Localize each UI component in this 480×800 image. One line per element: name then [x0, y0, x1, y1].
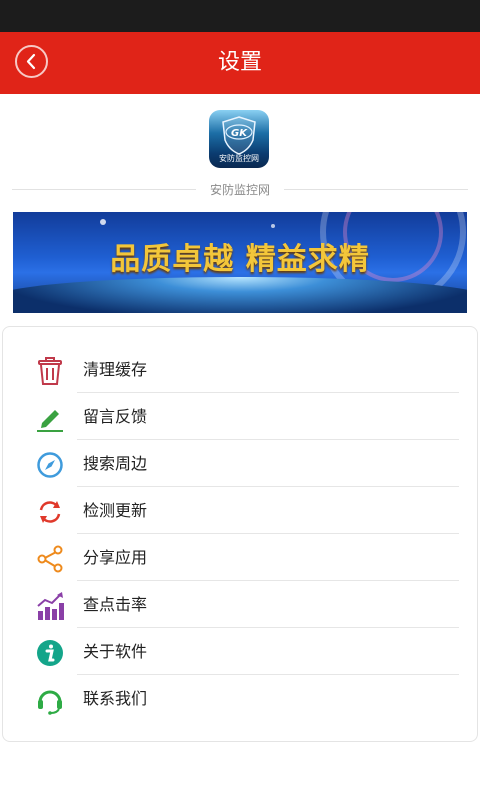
menu-item-label: 留言反馈 — [83, 407, 148, 426]
headset-icon — [38, 690, 62, 715]
menu-item-label: 查点击率 — [83, 595, 148, 614]
menu-item-label: 检测更新 — [83, 501, 148, 520]
svg-text:GK: GK — [231, 128, 248, 139]
menu-item-nearby[interactable]: 搜索周边 — [3, 440, 479, 487]
site-name: 安防监控网 — [209, 183, 270, 197]
menu-item-label: 清理缓存 — [83, 360, 148, 379]
promo-banner[interactable]: 品质卓越 精益求精 — [13, 212, 467, 313]
menu-item-label: 分享应用 — [83, 548, 148, 567]
compass-icon — [37, 452, 63, 478]
share-icon — [37, 545, 63, 573]
menu-item-share[interactable]: 分享应用 — [3, 534, 479, 581]
menu-item-click-rate[interactable]: 查点击率 — [3, 581, 479, 628]
menu-item-label: 关于软件 — [83, 642, 148, 661]
menu-item-check-update[interactable]: 检测更新 — [3, 487, 479, 534]
divider-line-right — [284, 189, 468, 190]
menu-item-label: 搜索周边 — [83, 454, 148, 473]
app-logo: GK 安防监控网 — [209, 110, 269, 168]
trash-icon — [38, 357, 62, 385]
menu-item-feedback[interactable]: 留言反馈 — [3, 393, 479, 440]
menu-item-label: 联系我们 — [83, 689, 148, 708]
info-icon — [37, 640, 63, 666]
settings-menu: 清理缓存 留言反馈 搜索周边 检测更新 分享应用 查点击率 关于软件 联系我们 — [2, 326, 478, 742]
logo-text: 安防监控网 — [219, 154, 259, 163]
refresh-icon — [39, 501, 61, 523]
site-name-divider: 安防监控网 — [12, 180, 468, 200]
menu-item-clear-cache[interactable]: 清理缓存 — [3, 346, 479, 393]
status-bar — [0, 0, 480, 32]
banner-slogan: 品质卓越 精益求精 — [110, 242, 370, 277]
menu-item-about[interactable]: 关于软件 — [3, 628, 479, 675]
banner-city-image — [13, 277, 467, 313]
pencil-icon — [37, 410, 63, 432]
page-title: 设置 — [217, 50, 262, 75]
bar-chart-icon — [37, 592, 64, 620]
header-bar: 设置 — [0, 32, 480, 94]
menu-item-contact[interactable]: 联系我们 — [3, 675, 479, 722]
